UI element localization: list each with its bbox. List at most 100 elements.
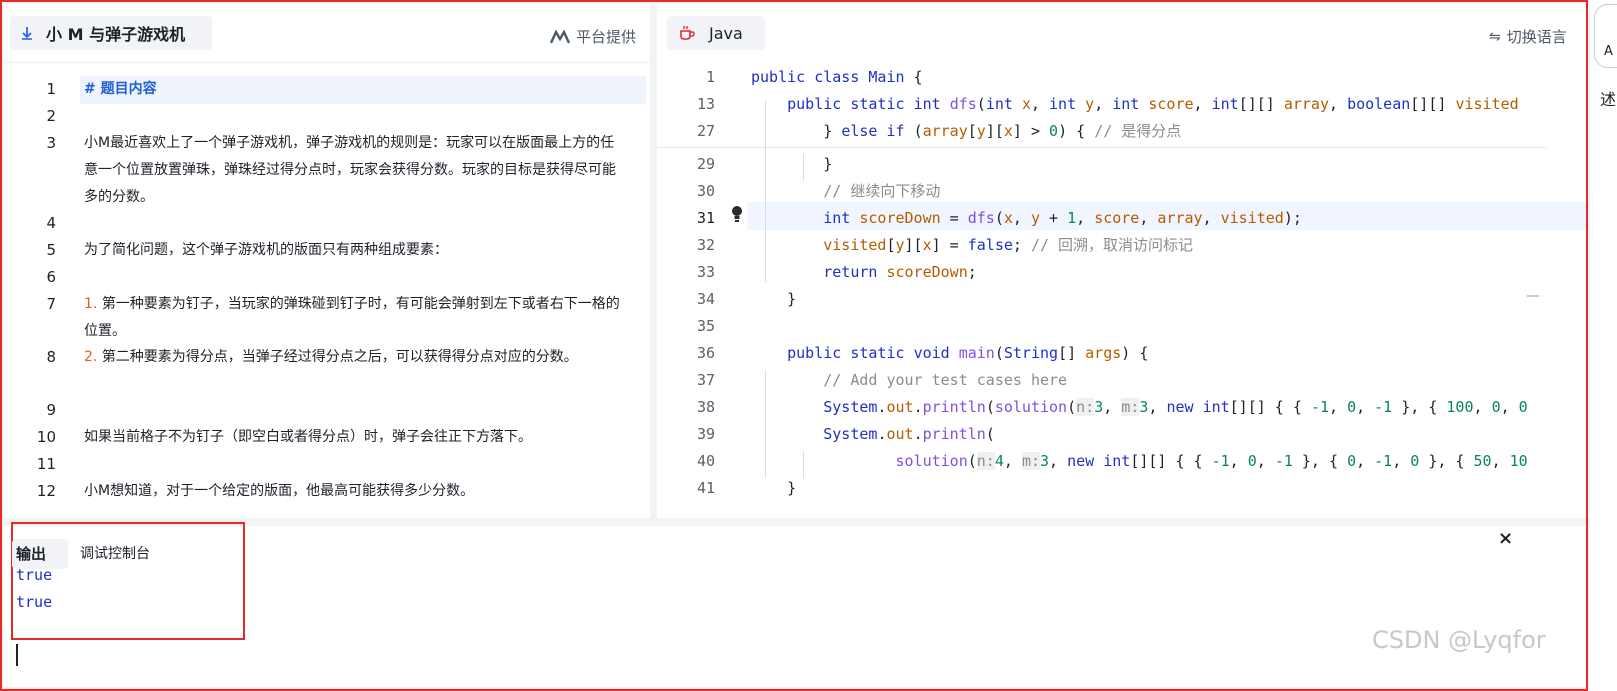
code-token: // 回溯，取消访问标记 — [1030, 236, 1194, 254]
code-line[interactable]: 37 // Add your test cases here — [657, 367, 1589, 394]
code-token: int — [1103, 452, 1131, 470]
code-token: main — [958, 344, 995, 362]
switch-language-button[interactable]: ⇋ 切换语言 — [1489, 26, 1567, 47]
code-token: , — [1094, 95, 1113, 113]
code-token: , — [1491, 452, 1510, 470]
problem-title: 小 M 与弹子游戏机 — [46, 25, 186, 44]
close-panel-button[interactable]: × — [1498, 528, 1513, 549]
code-token: x — [1021, 95, 1031, 113]
code-token: static — [850, 95, 914, 113]
code-line[interactable]: 31 int scoreDown = dfs(x, y + 1, score, … — [657, 205, 1589, 232]
sticky-scroll-divider — [657, 147, 1547, 148]
code-token: ) { — [1058, 122, 1095, 140]
output-panel: 输出 调试控制台 true true × CSDN @Lyqfor — [4, 522, 1588, 687]
terminal-caret — [16, 644, 18, 666]
code-line[interactable]: 40 solution(n:4, m:3, new int[][] { { -1… — [657, 448, 1589, 475]
code-token: 0 — [1491, 398, 1501, 416]
code-line-number: 40 — [696, 452, 715, 470]
code-line-text: System.out.println( — [751, 421, 995, 448]
code-token: 3 — [1040, 452, 1050, 470]
problem-title-tab[interactable]: 小 M 与弹子游戏机 — [10, 16, 212, 50]
side-char: 述 — [1600, 90, 1617, 109]
code-line[interactable]: 29 } — [657, 151, 1589, 178]
code-token: array — [922, 122, 968, 140]
code-line[interactable]: 1 public class Main { — [657, 64, 1589, 91]
code-token: 50 — [1473, 452, 1492, 470]
code-token: scoreDown — [886, 263, 968, 281]
code-line[interactable]: 30 // 继续向下移动 — [657, 178, 1589, 205]
code-token: scoreDown — [859, 209, 941, 227]
code-token: solution — [895, 452, 968, 470]
code-line[interactable]: 38 System.out.println(solution(n:3, m:3,… — [657, 394, 1589, 421]
code-line[interactable]: 33 return scoreDown; — [657, 259, 1589, 286]
code-line[interactable]: 32 visited[y][x] = false; // 回溯，取消访问标记 — [657, 232, 1589, 259]
side-assistant-strip: A 述 — [1590, 0, 1617, 691]
code-token: , — [1329, 95, 1348, 113]
code-token: // 继续向下移动 — [823, 182, 941, 200]
code-line-number: 39 — [696, 425, 715, 443]
code-line-number: 41 — [696, 479, 715, 497]
code-line-text: int scoreDown = dfs(x, y + 1, score, arr… — [751, 205, 1302, 232]
language-label: Java — [709, 23, 743, 43]
code-line[interactable]: 39 System.out.println( — [657, 421, 1589, 448]
doc-line-text: 如果当前格子不为钉子（即空白或者得分点）时，弹子会往正下方落下。 — [84, 424, 624, 451]
code-token: y — [1030, 209, 1040, 227]
code-token: 3 — [1094, 398, 1104, 416]
output-line: true — [16, 566, 53, 584]
code-line-number: 35 — [696, 317, 715, 335]
code-line[interactable]: 27 } else if (array[y][x] > 0) { // 是得分点 — [657, 118, 1589, 145]
code-token: , — [1076, 209, 1095, 227]
code-token: = — [940, 209, 968, 227]
code-token: solution — [994, 398, 1068, 416]
code-token: String — [1003, 344, 1059, 362]
code-token: 0 — [1410, 452, 1420, 470]
code-line-number: 32 — [696, 236, 715, 254]
code-token: x — [922, 236, 932, 254]
code-token: public — [751, 344, 851, 362]
code-token: [][] — [1238, 95, 1284, 113]
code-line[interactable]: 13 public static int dfs(int x, int y, i… — [657, 91, 1589, 118]
code-line[interactable]: 34 } — [657, 286, 1589, 313]
code-token: [] — [1058, 344, 1086, 362]
tab-debug-console[interactable]: 调试控制台 — [80, 539, 150, 569]
code-token: } — [751, 155, 833, 173]
code-token: }, { — [1392, 398, 1447, 416]
code-line-text: } else if (array[y][x] > 0) { // 是得分点 — [751, 118, 1181, 145]
code-token: , — [1392, 452, 1411, 470]
language-tab[interactable]: Java — [667, 16, 765, 50]
code-line[interactable]: 36 public static void main(String[] args… — [657, 340, 1589, 367]
code-line-number: 29 — [696, 155, 715, 173]
code-token: out — [886, 398, 914, 416]
download-arrow-icon — [22, 27, 32, 40]
code-token: -1 — [1310, 398, 1329, 416]
code-token: m: — [1021, 452, 1040, 470]
code-line[interactable]: 41 } — [657, 475, 1589, 502]
doc-line-number: 12 — [36, 482, 56, 500]
code-area[interactable]: 1 public class Main {13 public static int… — [657, 64, 1589, 518]
code-token: , — [1500, 398, 1519, 416]
code-token: 4 — [994, 452, 1004, 470]
code-token: new — [1067, 452, 1104, 470]
platform-provided-label: 平台提供 — [549, 26, 636, 47]
code-token: { — [904, 68, 923, 86]
code-token: }, { — [1292, 452, 1348, 470]
code-token: visited — [823, 236, 887, 254]
code-line-text: } — [751, 286, 796, 313]
doc-line-text: 小M最近喜欢上了一个弹子游戏机，弹子游戏机的规则是：玩家可以在版面最上方的任意一… — [84, 130, 624, 211]
tab-output[interactable]: 输出 — [12, 539, 68, 569]
code-token: . — [913, 398, 923, 416]
code-token: dfs — [949, 95, 977, 113]
code-token: , — [1003, 452, 1022, 470]
code-token: , — [1139, 209, 1158, 227]
code-token: n: — [976, 452, 995, 470]
code-line-text: } — [751, 475, 796, 502]
doc-text: 第二种要素为得分点，当弹子经过得分点之后，可以获得得分点对应的分数。 — [101, 349, 578, 365]
code-token: boolean — [1347, 95, 1411, 113]
code-line[interactable]: 35 — [657, 313, 1589, 340]
code-token: , — [1473, 398, 1492, 416]
code-token: ( — [994, 209, 1004, 227]
code-line-number: 30 — [696, 182, 715, 200]
code-token: public — [751, 95, 851, 113]
